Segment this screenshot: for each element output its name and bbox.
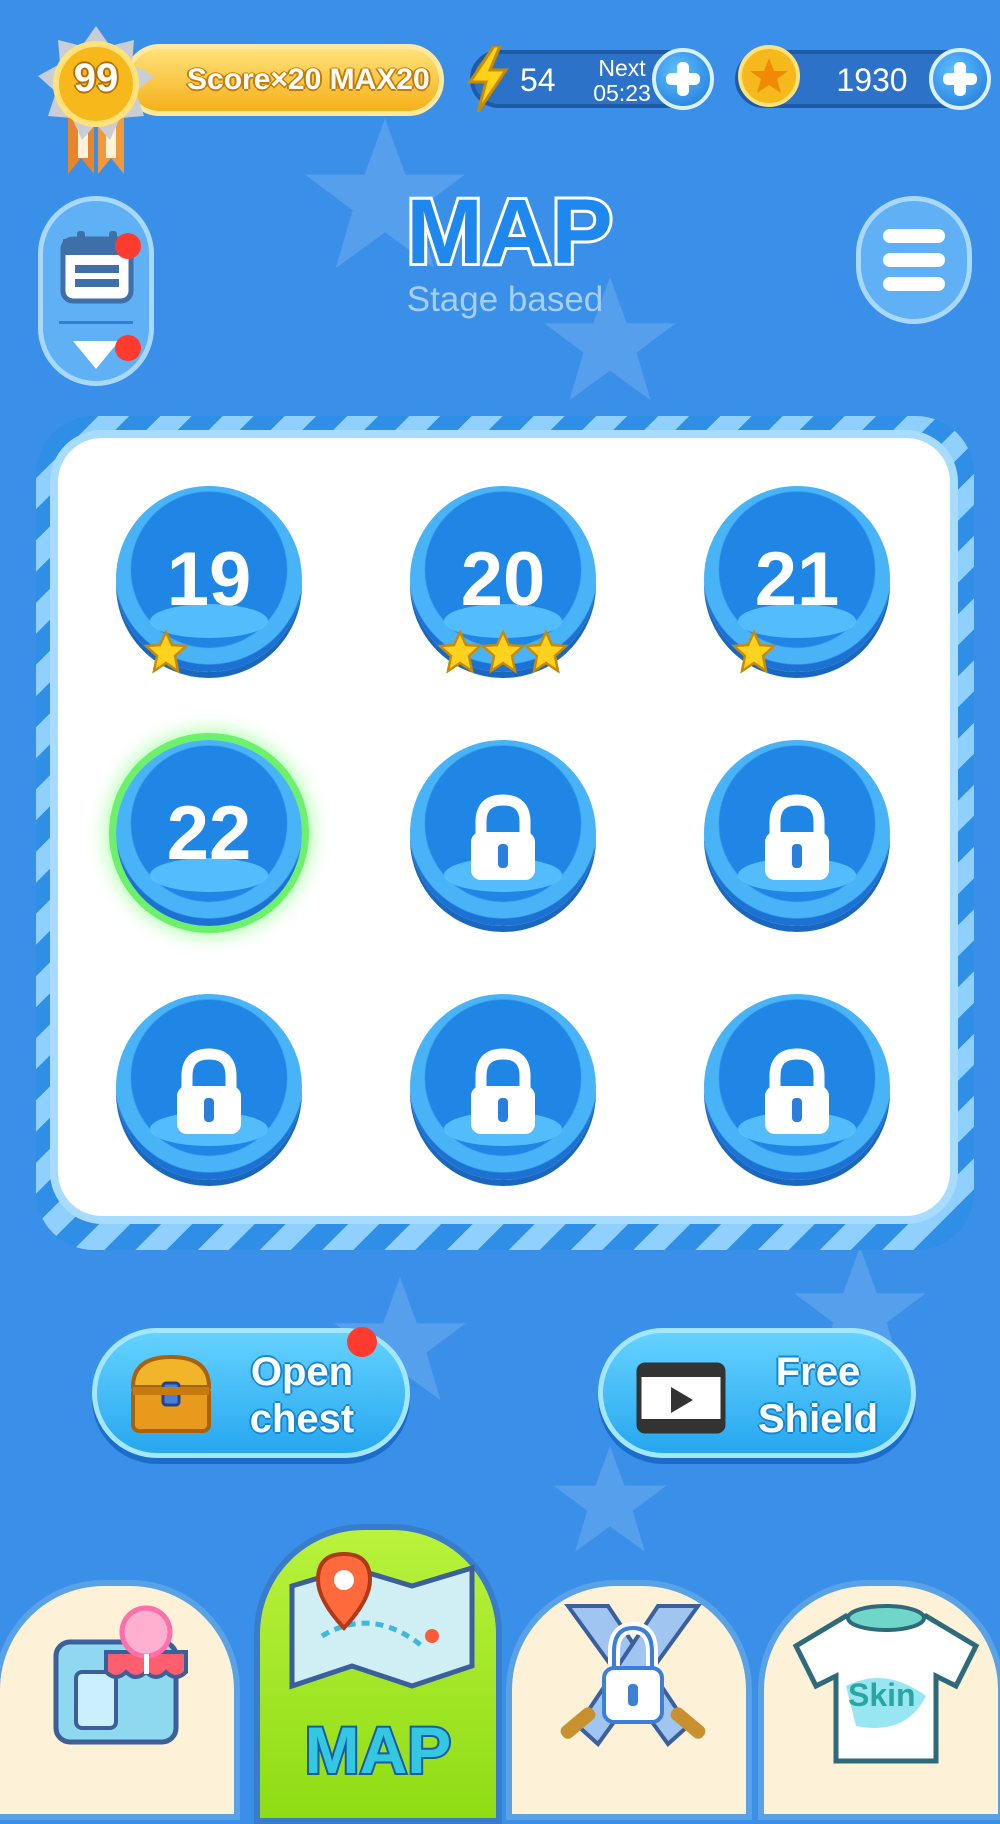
stage-number: 19 xyxy=(166,537,252,622)
stage-stars-icon xyxy=(436,630,570,674)
stage-button-locked[interactable] xyxy=(410,740,596,934)
background-star-icon xyxy=(553,1446,667,1552)
plus-icon xyxy=(943,62,977,96)
energy-counter: 54 Next 05:23 xyxy=(467,46,714,112)
free-shield-label-line2: Shield xyxy=(757,1397,879,1441)
stage-button[interactable]: 21 xyxy=(704,486,890,680)
stage-button[interactable]: 20 xyxy=(410,486,596,680)
stage-stars-icon xyxy=(142,630,190,674)
expand-down-icon[interactable] xyxy=(73,341,119,369)
open-chest-label: Open chest xyxy=(217,1349,387,1443)
video-ad-icon xyxy=(636,1362,726,1434)
stage-number: 21 xyxy=(754,537,840,622)
stage-stars-icon xyxy=(730,630,778,674)
nav-tab-locked[interactable] xyxy=(506,1580,752,1820)
locked-swords-icon xyxy=(560,1604,706,1747)
stage-button-locked[interactable] xyxy=(704,994,890,1188)
page-title: MAP xyxy=(403,179,615,285)
plus-icon xyxy=(666,62,700,96)
coin-value: 1930 xyxy=(836,62,908,98)
side-divider xyxy=(59,321,133,324)
menu-icon-line xyxy=(883,229,945,243)
skin-shirt-label: Skin xyxy=(848,1677,916,1713)
lock-icon xyxy=(765,1048,829,1134)
lock-icon xyxy=(765,794,829,880)
lock-icon xyxy=(177,1048,241,1134)
free-shield-button[interactable]: Free Shield xyxy=(598,1328,916,1458)
stage-button-locked[interactable] xyxy=(704,740,890,934)
stage-button-locked[interactable] xyxy=(116,994,302,1188)
free-shield-label: Free Shield xyxy=(733,1349,903,1443)
player-level-badge[interactable]: Score×20 MAX20 99 xyxy=(36,18,444,174)
lock-icon xyxy=(471,794,535,880)
page-subtitle: Stage based xyxy=(406,280,604,319)
stage-number: 20 xyxy=(460,537,546,622)
menu-icon-line xyxy=(883,277,945,291)
lock-icon xyxy=(471,1048,535,1134)
stage-button[interactable]: 19 xyxy=(116,486,302,680)
menu-icon-line xyxy=(883,253,945,267)
coin-counter: 1930 xyxy=(735,45,991,110)
skin-shirt-icon: Skin xyxy=(792,1604,980,1764)
score-multiplier-pill: Score×20 MAX20 xyxy=(124,44,444,116)
score-multiplier-text: Score×20 MAX20 xyxy=(187,63,430,96)
candy-shop-icon xyxy=(53,1605,188,1745)
add-coins-button[interactable] xyxy=(929,48,991,110)
nav-tab-skin[interactable]: Skin xyxy=(758,1580,1000,1820)
stage-button-locked[interactable] xyxy=(410,994,596,1188)
coin-icon xyxy=(738,45,800,107)
lightning-icon xyxy=(467,46,509,112)
nav-tab-map[interactable]: MAP xyxy=(254,1524,502,1824)
open-chest-button[interactable]: Open chest xyxy=(92,1327,410,1458)
map-icon xyxy=(289,1551,475,1690)
menu-button[interactable] xyxy=(856,196,972,324)
side-panel xyxy=(38,196,154,386)
expand-notification-dot xyxy=(115,335,141,361)
treasure-chest-icon xyxy=(130,1354,212,1433)
energy-value: 54 xyxy=(520,62,556,98)
player-level-number: 99 xyxy=(73,56,119,100)
calendar-notification-dot xyxy=(115,233,141,259)
free-shield-label-line1: Free xyxy=(775,1350,861,1394)
nav-tab-map-label: MAP xyxy=(303,1711,454,1789)
nav-tab-shop[interactable] xyxy=(0,1580,240,1820)
add-energy-button[interactable] xyxy=(652,48,714,110)
stage-button[interactable]: 22 xyxy=(116,740,302,934)
stage-number: 22 xyxy=(166,791,252,876)
chest-notification-dot xyxy=(347,1327,377,1357)
open-chest-label-line2: chest xyxy=(249,1397,355,1441)
